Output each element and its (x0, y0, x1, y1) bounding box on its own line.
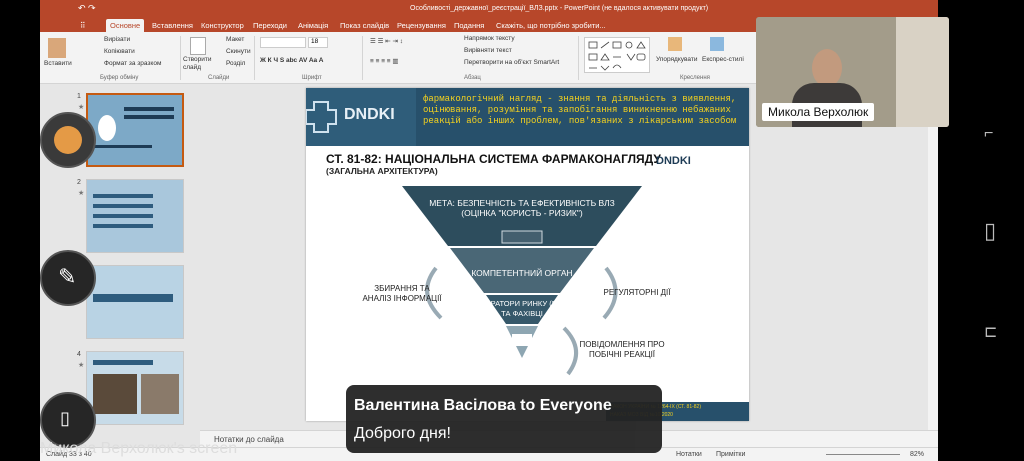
nav-home-icon[interactable]: ▯ (984, 218, 996, 244)
divider (254, 36, 255, 80)
tab-insert[interactable]: Вставлення (148, 19, 197, 32)
slides-group-label: Слайди (208, 75, 230, 81)
divider (180, 36, 181, 80)
collect-label: ЗБИРАННЯ ТА АНАЛІЗ ІНФОРМАЦІЇ (362, 284, 442, 303)
chat-message: Доброго дня! (354, 425, 451, 442)
pyramid-diagram (402, 186, 642, 376)
section-button[interactable]: Розділ (226, 60, 245, 67)
divider (362, 36, 363, 80)
comments-button[interactable]: Примітки (716, 451, 745, 458)
text-direction-button[interactable]: Напрямок тексту (464, 35, 515, 42)
zoom-level[interactable]: 82% (910, 451, 924, 458)
new-slide-button[interactable]: Створити слайд (183, 56, 217, 72)
tab-transitions[interactable]: Переходи (249, 19, 291, 32)
transition-icon: ★ (78, 190, 85, 197)
copy-button[interactable]: Копіювати (104, 48, 135, 55)
reports-label: ПОВІДОМЛЕННЯ ПРО ПОБІЧНІ РЕАКЦІЇ (579, 340, 665, 359)
divider (578, 36, 579, 80)
window-title: Особливості_державної_реєстрації_ВЛЗ.ppt… (410, 5, 709, 12)
chat-sender: Валентина Васілова to Everyone (354, 397, 612, 414)
pencil-icon: ✎ (58, 264, 77, 289)
camera-preview[interactable]: Микола Верхолюк (756, 17, 949, 127)
zoom-slider[interactable] (826, 454, 900, 455)
thumbnail-slide-3[interactable] (86, 265, 184, 339)
vertical-scrollbar[interactable] (928, 85, 938, 430)
phone-rotate-icon: ▯ (60, 408, 70, 428)
reset-button[interactable]: Скинути (226, 48, 251, 55)
chat-notification[interactable]: Валентина Васілова to Everyone Доброго д… (346, 385, 662, 453)
operators-label: ОПЕРАТОРИ РИНКУ (ВРП) ТА ФАХІВЦІ (474, 299, 570, 318)
transition-icon: ★ (78, 104, 85, 111)
transition-icon: ★ (78, 362, 85, 369)
font-name-box[interactable] (260, 37, 306, 48)
thumbnail-slide-4[interactable] (86, 351, 184, 425)
thumbnail-number: 1 (77, 93, 81, 100)
tab-file[interactable]: ⠿ (76, 19, 90, 32)
participant-face (812, 49, 842, 87)
floating-menu-button[interactable] (40, 112, 96, 168)
smartart-button[interactable]: Перетворити на об'єкт SmartArt (464, 59, 559, 66)
quick-styles-icon (710, 37, 724, 51)
arrange-button[interactable]: Упорядкувати (656, 56, 697, 63)
paragraph-group-label: Абзац (464, 75, 481, 81)
authority-label: КОМПЕТЕНТНИЙ ОРГАН (471, 268, 573, 278)
thumbnail-number: 2 (77, 179, 81, 186)
nav-back-icon[interactable]: ⌐ (984, 125, 993, 143)
annotate-button[interactable]: ✎ (40, 250, 96, 306)
shapes-gallery[interactable] (584, 37, 650, 73)
tab-review[interactable]: Рецензування (393, 19, 450, 32)
nav-recents-icon[interactable]: ⊏ (984, 322, 997, 342)
regulatory-label: РЕГУЛЯТОРНІ ДІЇ (603, 288, 671, 297)
align-text-button[interactable]: Вирівняти текст (464, 47, 512, 54)
quick-styles-button[interactable]: Експрес-стилі (702, 56, 744, 63)
paste-icon (48, 38, 66, 58)
tab-animations[interactable]: Анімація (294, 19, 332, 32)
tab-slideshow[interactable]: Показ слайдів (336, 19, 393, 32)
current-slide[interactable]: DNDKI фармакологічний нагляд - знання та… (306, 88, 749, 421)
reports-arrow (562, 326, 578, 376)
format-buttons[interactable]: Ж К Ч S abc AV Aa A (260, 57, 323, 64)
font-group-label: Шрифт (302, 75, 322, 81)
tab-home[interactable]: Основне (106, 19, 145, 32)
thumbnail-number: 4 (77, 351, 81, 358)
arrange-icon (668, 37, 682, 51)
new-slide-icon (190, 37, 206, 55)
thumbnail-slide-2[interactable] (86, 179, 184, 253)
goal-label: МЕТА: БЕЗПЕЧНІСТЬ ТА ЕФЕКТИВНІСТЬ ВЛЗ (О… (429, 198, 615, 218)
notes-button[interactable]: Нотатки (676, 451, 702, 458)
format-painter-button[interactable]: Формат за зразком (104, 60, 161, 67)
scale-icon (501, 230, 543, 244)
paste-button[interactable]: Вставити (44, 60, 72, 67)
clipboard-group-label: Буфер обміну (100, 75, 139, 81)
drawing-group-label: Креслення (680, 75, 710, 81)
list-buttons[interactable]: ☰ ☰ ⇤ ⇥ ↕ (370, 37, 403, 45)
layout-button[interactable]: Макет (226, 36, 244, 43)
title-bar: ↶ ↷ Особливості_державної_реєстрації_ВЛЗ… (40, 0, 938, 18)
participant-name: Микола Верхолюк (762, 103, 875, 121)
align-buttons[interactable]: ≡ ≡ ≡ ≡ ▥ (370, 57, 399, 65)
camera-wall (896, 17, 949, 127)
tell-me-box[interactable]: Скажіть, що потрібно зробити... (492, 19, 610, 32)
undo-icon[interactable]: ↶ ↷ (78, 3, 96, 14)
thumbnail-slide-1[interactable] (86, 93, 184, 167)
tab-design[interactable]: Конструктор (197, 19, 248, 32)
cut-button[interactable]: Вирізати (104, 36, 130, 43)
screen-share-banner: Микола Верхолюк's screen (40, 440, 238, 457)
font-size-box[interactable]: 18 (308, 37, 328, 48)
tab-view[interactable]: Подання (450, 19, 488, 32)
plus-icon (54, 126, 82, 154)
doctor-icon (512, 334, 532, 346)
